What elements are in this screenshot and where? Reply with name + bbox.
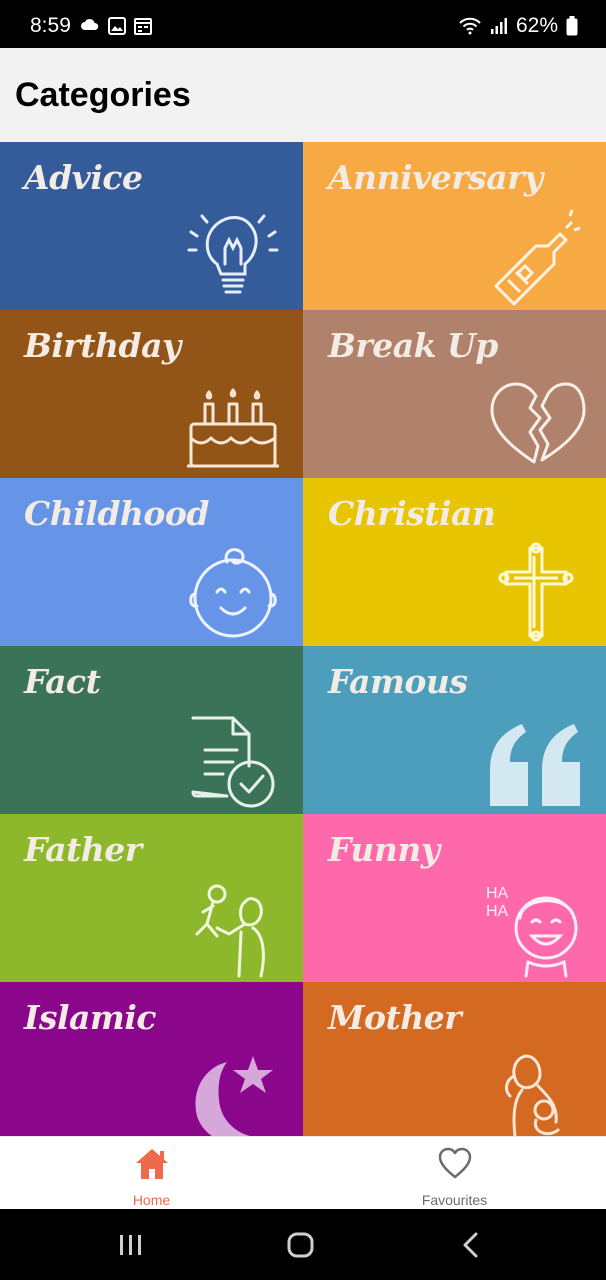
category-label: Fact [24, 662, 101, 701]
svg-text:HA: HA [486, 885, 509, 902]
home-circle-icon[interactable] [286, 1231, 316, 1259]
battery-percent: 62% [515, 14, 558, 37]
category-label: Anniversary [328, 158, 543, 197]
status-time: 8:59 [30, 14, 71, 37]
broken-heart-icon [490, 382, 586, 464]
category-label: Famous [328, 662, 468, 701]
category-label: Childhood [24, 494, 210, 533]
category-tile-father[interactable]: Father [0, 814, 303, 982]
calendar-icon [134, 18, 152, 35]
category-tile-christian[interactable]: Christian [303, 478, 606, 646]
category-label: Advice [24, 158, 143, 197]
nav-favourites-label: Favourites [421, 1192, 488, 1208]
cross-icon [498, 542, 574, 642]
quote-icon [490, 724, 580, 806]
lightbulb-icon [187, 214, 279, 294]
home-icon [135, 1149, 168, 1179]
category-label: Christian [328, 494, 496, 533]
father-child-icon [195, 884, 265, 978]
category-label: Birthday [24, 326, 181, 365]
category-tile-funny[interactable]: Funny HA HA [303, 814, 606, 982]
champagne-bottle-icon [494, 209, 581, 306]
category-label: Funny [328, 830, 440, 869]
crescent-star-icon [195, 1056, 273, 1136]
category-tile-birthday[interactable]: Birthday [0, 310, 303, 478]
recent-apps-icon[interactable] [116, 1231, 146, 1259]
category-tile-anniversary[interactable]: Anniversary [303, 142, 606, 310]
category-label: Father [24, 830, 142, 869]
category-label: Break Up [328, 326, 498, 365]
bottom-nav: Home Favourites [0, 1136, 606, 1209]
category-label: Islamic [24, 998, 156, 1037]
status-bar: 8:59 62% [0, 0, 606, 48]
nav-favourites[interactable]: Favourites [303, 1137, 606, 1209]
back-icon[interactable] [456, 1231, 486, 1259]
heart-icon [438, 1147, 471, 1179]
gallery-icon [108, 17, 126, 35]
wifi-icon [459, 17, 481, 35]
category-tile-advice[interactable]: Advice [0, 142, 303, 310]
category-tile-famous[interactable]: Famous [303, 646, 606, 814]
system-nav-bar [0, 1209, 606, 1280]
category-tile-break-up[interactable]: Break Up [303, 310, 606, 478]
category-tile-mother[interactable]: Mother [303, 982, 606, 1136]
page-title: Categories [15, 76, 191, 114]
category-tile-islamic[interactable]: Islamic [0, 982, 303, 1136]
laughing-face-icon: HA HA [486, 885, 578, 978]
svg-text:HA: HA [486, 903, 509, 920]
nav-home-label: Home [132, 1192, 171, 1208]
battery-icon [566, 16, 578, 36]
category-grid[interactable]: Advice Anniversary Birthday Break Up Chi… [0, 142, 606, 1136]
mother-baby-icon [505, 1054, 560, 1136]
document-check-icon [191, 716, 275, 808]
nav-home[interactable]: Home [0, 1137, 303, 1209]
cloud-icon [81, 18, 99, 30]
app-header: Categories [0, 48, 606, 142]
category-tile-fact[interactable]: Fact [0, 646, 303, 814]
signal-icon [490, 18, 507, 34]
category-label: Mother [328, 998, 462, 1037]
birthday-cake-icon [187, 388, 279, 468]
category-tile-childhood[interactable]: Childhood [0, 478, 303, 646]
baby-face-icon [189, 548, 277, 638]
